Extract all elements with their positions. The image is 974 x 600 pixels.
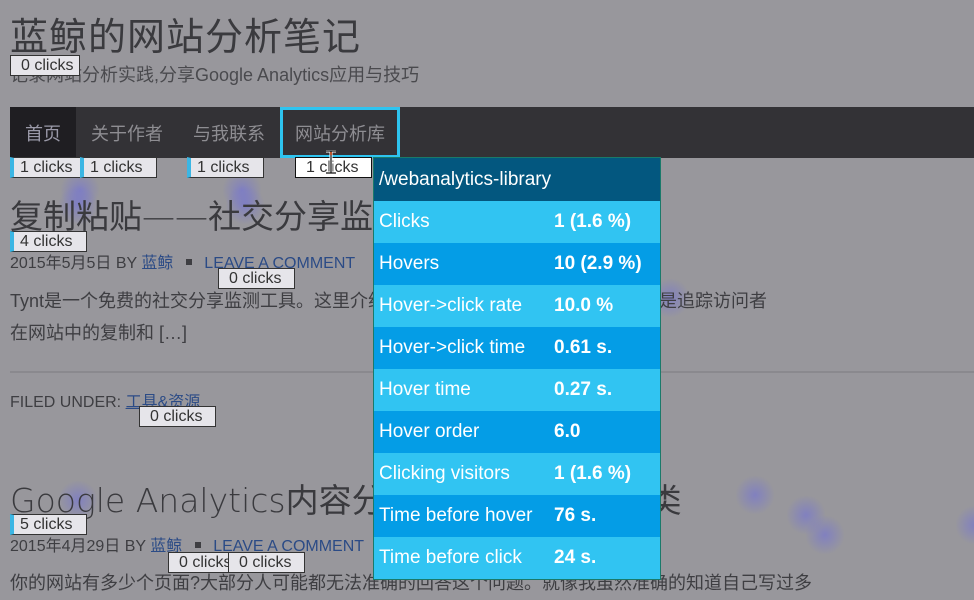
text-cursor-icon	[326, 150, 336, 174]
stat-label: Clicking visitors	[379, 463, 510, 484]
stat-label: Time before click	[379, 547, 522, 568]
stat-label: Hover->click rate	[379, 295, 523, 316]
article-by: BY	[115, 255, 137, 272]
nav-item-webanalytics-library[interactable]: 网站分析库	[280, 107, 400, 158]
stat-label: Hover->click time	[379, 337, 526, 358]
stat-row-hover-order: Hover order 6.0	[374, 411, 660, 453]
article-date: 2015年4月29日	[10, 538, 121, 555]
author-link[interactable]: 蓝鲸	[141, 255, 173, 272]
stat-row-hover-time: Hover time 0.27 s.	[374, 369, 660, 411]
stat-label: Clicks	[379, 211, 430, 232]
stat-value: 24 s.	[554, 547, 597, 568]
nav-item-home[interactable]: 首页	[10, 107, 76, 158]
stat-row-hovers: Hovers 10 (2.9 %)	[374, 243, 660, 285]
main-nav: 首页 关于作者 与我联系 网站分析库	[10, 107, 974, 158]
article-meta: 2015年5月5日 BY 蓝鲸 LEAVE A COMMENT	[10, 249, 355, 273]
stat-label: Hover order	[379, 421, 480, 442]
link-stats-popup: /webanalytics-library Clicks 1 (1.6 %) H…	[373, 157, 661, 580]
site-title[interactable]: 蓝鲸的网站分析笔记	[10, 6, 361, 61]
popup-title: /webanalytics-library	[374, 158, 660, 201]
stat-row-clicking-visitors: Clicking visitors 1 (1.6 %)	[374, 453, 660, 495]
stat-row-clicks: Clicks 1 (1.6 %)	[374, 201, 660, 243]
stat-value: 1 (1.6 %)	[554, 463, 632, 484]
stat-value: 76 s.	[554, 505, 597, 526]
meta-separator	[194, 542, 201, 549]
popup-rows: Clicks 1 (1.6 %) Hovers 10 (2.9 %) Hover…	[374, 201, 660, 579]
stat-value: 0.27 s.	[554, 379, 613, 400]
stat-row-hover-click-rate: Hover->click rate 10.0 %	[374, 285, 660, 327]
stat-value: 0.61 s.	[554, 337, 613, 358]
stat-value: 1 (1.6 %)	[554, 211, 632, 232]
stat-label: Hovers	[379, 253, 440, 274]
stat-value: 10 (2.9 %)	[554, 253, 642, 274]
stat-row-hover-click-time: Hover->click time 0.61 s.	[374, 327, 660, 369]
click-badge: 0 clicks	[10, 55, 81, 76]
heatmap-spot	[735, 475, 775, 515]
stat-label: Time before hover	[379, 505, 533, 526]
heatmap-spot	[955, 505, 974, 545]
filed-under-label: FILED UNDER:	[10, 394, 122, 411]
heatmap-spot	[805, 515, 845, 555]
meta-separator	[185, 259, 192, 266]
stat-row-time-before-click: Time before click 24 s.	[374, 537, 660, 579]
click-badge: 1 clicks	[10, 157, 81, 178]
click-badge: 0 clicks	[139, 406, 216, 427]
click-badge: 1 clicks	[187, 157, 264, 178]
nav-item-contact[interactable]: 与我联系	[178, 107, 280, 158]
stat-row-time-before-hover: Time before hover 76 s.	[374, 495, 660, 537]
nav-item-about[interactable]: 关于作者	[76, 107, 178, 158]
article-date: 2015年5月5日	[10, 255, 112, 272]
article-by: BY	[124, 538, 146, 555]
stat-value: 10.0 %	[554, 295, 614, 316]
click-badge: 1 clicks	[80, 157, 157, 178]
stat-value: 6.0	[554, 421, 581, 442]
heatmap-spot	[786, 495, 826, 535]
stat-label: Hover time	[379, 379, 471, 400]
